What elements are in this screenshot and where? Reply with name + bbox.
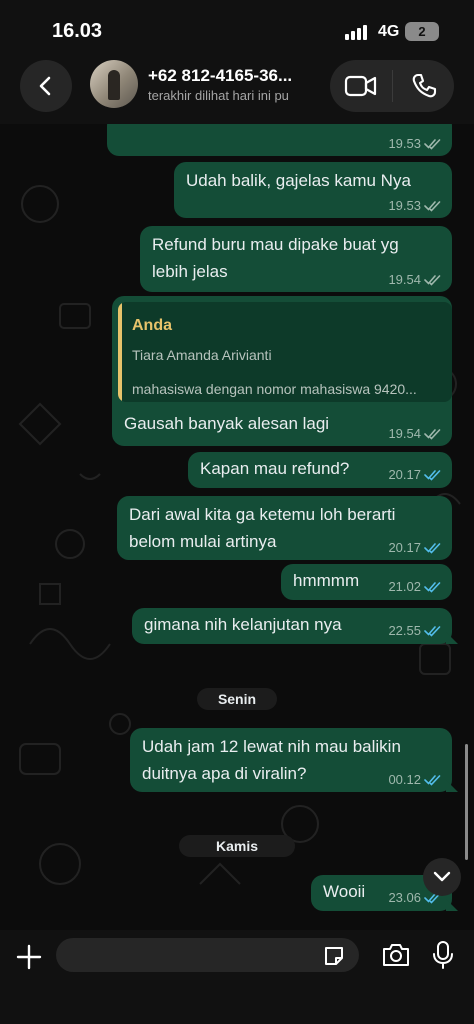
- message-bubble[interactable]: Udah jam 12 lewat nih mau balikin duitny…: [130, 728, 458, 792]
- status-bar: 16.03 4G 2: [0, 0, 474, 58]
- phone-icon[interactable]: [410, 72, 438, 100]
- quote-author: Anda: [132, 317, 172, 334]
- microphone-icon[interactable]: [432, 940, 454, 970]
- message-bubble[interactable]: Kapan mau refund? 20.17: [188, 452, 452, 488]
- battery-icon: 2: [405, 22, 439, 41]
- message-text: Dari awal kita ga ketemu loh berarti bel…: [129, 501, 395, 555]
- contact-last-seen: terakhir dilihat hari ini pu: [148, 88, 289, 103]
- sticker-icon[interactable]: [322, 944, 346, 968]
- plus-icon[interactable]: [16, 944, 42, 970]
- chat-header: +62 812-4165-36... terakhir dilihat hari…: [0, 58, 474, 124]
- message-text: gimana nih kelanjutan nya: [144, 615, 342, 634]
- double-check-icon: [424, 543, 441, 554]
- message-time: 19.54: [388, 426, 421, 441]
- message-bubble[interactable]: Anda Tiara Amanda Arivianti mahasiswa de…: [112, 296, 452, 446]
- message-text: hmmmm: [293, 571, 360, 590]
- message-input-bar: [0, 930, 474, 1024]
- message-meta: 19.54: [388, 273, 442, 287]
- scrollbar[interactable]: [465, 744, 468, 860]
- divider: [392, 70, 393, 102]
- network-type: 4G: [378, 23, 400, 40]
- message-meta: 19.54: [388, 427, 442, 441]
- back-button[interactable]: [20, 60, 72, 112]
- message-bubble[interactable]: Dari awal kita ga ketemu loh berarti bel…: [117, 496, 452, 560]
- back-icon: [39, 76, 51, 96]
- message-text: Gausah banyak alesan lagi: [124, 414, 330, 433]
- avatar[interactable]: [90, 60, 138, 108]
- message-bubble[interactable]: 19.53: [107, 124, 452, 156]
- camera-icon[interactable]: [381, 942, 411, 968]
- double-check-icon: [424, 201, 441, 212]
- message-meta: 00.12: [388, 773, 442, 787]
- message-input[interactable]: [56, 938, 359, 972]
- double-check-icon: [424, 139, 441, 150]
- double-check-icon: [424, 775, 441, 786]
- quote-text: Tiara Amanda Arivianti: [132, 347, 272, 363]
- chevron-down-icon: [433, 871, 451, 882]
- message-time: 21.02: [388, 579, 421, 594]
- message-text: Kapan mau refund?: [200, 459, 350, 478]
- double-check-icon: [424, 470, 441, 481]
- contact-name[interactable]: +62 812-4165-36...: [148, 66, 316, 86]
- quote-accent-bar: [118, 302, 122, 402]
- date-separator: Kamis: [179, 835, 295, 857]
- message-line: Dari awal kita ga ketemu loh berarti: [129, 505, 396, 524]
- message-meta: 19.53: [388, 199, 442, 213]
- message-meta: 21.02: [388, 580, 442, 594]
- message-meta: 22.55: [388, 624, 442, 638]
- call-buttons: [330, 60, 454, 112]
- chat-area[interactable]: 19.53 Udah balik, gajelas kamu Nya 19.53…: [0, 124, 474, 930]
- message-time: 20.17: [388, 540, 421, 555]
- message-time: 22.55: [388, 623, 421, 638]
- message-time: 19.53: [388, 198, 421, 213]
- message-bubble[interactable]: Udah balik, gajelas kamu Nya 19.53: [174, 162, 452, 218]
- video-call-icon[interactable]: [344, 72, 378, 100]
- message-time: 19.54: [388, 272, 421, 287]
- message-time: 19.53: [388, 136, 421, 151]
- message-time: 00.12: [388, 772, 421, 787]
- message-text: Wooii: [323, 882, 366, 901]
- scroll-to-bottom-button[interactable]: [423, 858, 461, 896]
- status-time: 16.03: [52, 20, 103, 42]
- message-line: Udah jam 12 lewat nih mau balikin: [142, 737, 401, 756]
- signal-icon: [345, 24, 371, 40]
- message-meta: 19.53: [388, 137, 442, 151]
- message-bubble[interactable]: gimana nih kelanjutan nya 22.55: [132, 608, 458, 644]
- message-line: belom mulai artinya: [129, 532, 277, 551]
- message-text: Udah jam 12 lewat nih mau balikin duitny…: [142, 733, 401, 787]
- double-check-icon: [424, 429, 441, 440]
- message-line: duitnya apa di viralin?: [142, 764, 307, 783]
- message-time: 20.17: [388, 467, 421, 482]
- quote-text: mahasiswa dengan nomor mahasiswa 9420...: [132, 381, 417, 397]
- double-check-icon: [424, 582, 441, 593]
- message-meta: 20.17: [388, 541, 442, 555]
- message-meta: 20.17: [388, 468, 442, 482]
- message-bubble[interactable]: Refund buru mau dipake buat yg lebih jel…: [140, 226, 452, 292]
- date-separator: Senin: [197, 688, 277, 710]
- message-time: 23.06: [388, 890, 421, 905]
- message-line: lebih jelas: [152, 262, 228, 281]
- message-bubble[interactable]: hmmmm 21.02: [281, 564, 452, 600]
- message-line: Refund buru mau dipake buat yg: [152, 235, 399, 254]
- double-check-icon: [424, 626, 441, 637]
- double-check-icon: [424, 275, 441, 286]
- message-text: Refund buru mau dipake buat yg lebih jel…: [152, 231, 399, 285]
- message-text: Udah balik, gajelas kamu Nya: [186, 171, 411, 190]
- quoted-message[interactable]: Anda Tiara Amanda Arivianti mahasiswa de…: [118, 302, 452, 402]
